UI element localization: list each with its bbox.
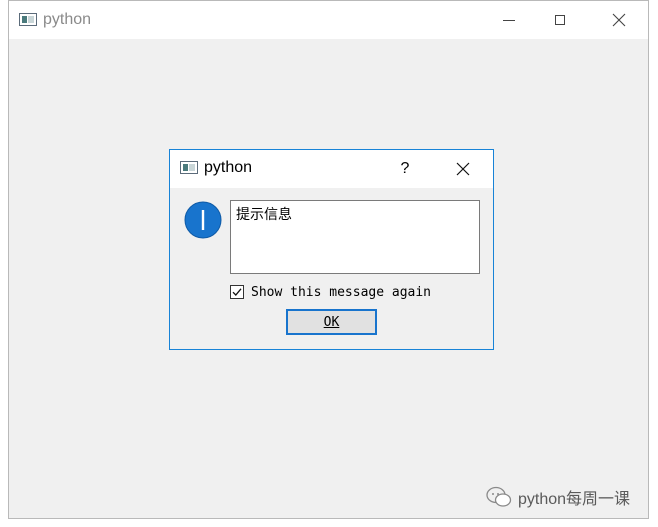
main-title-bar[interactable]: python — [9, 1, 648, 39]
watermark-text: python每周一课 — [518, 491, 631, 508]
minimize-icon — [503, 19, 515, 21]
close-icon — [612, 13, 626, 27]
minimize-button[interactable] — [486, 1, 532, 39]
main-close-button[interactable] — [596, 1, 642, 39]
help-label: ? — [400, 160, 410, 177]
checkmark-icon — [232, 288, 242, 296]
show-again-label: Show this message again — [251, 284, 432, 300]
dialog-title-bar[interactable]: python ? — [170, 150, 493, 188]
python-app-icon — [180, 161, 198, 174]
dialog-close-button[interactable] — [445, 150, 481, 188]
watermark: python每周一课 — [486, 486, 630, 508]
help-button[interactable]: ? — [390, 150, 420, 188]
dialog-title: python — [204, 159, 253, 176]
information-icon — [184, 201, 222, 239]
main-window-title: python — [43, 11, 92, 28]
show-again-checkbox-row[interactable]: Show this message again — [230, 283, 431, 301]
show-again-checkbox[interactable] — [230, 285, 244, 299]
wechat-icon — [486, 486, 512, 507]
message-dialog: python ? 提示信息 Show this message again OK — [169, 149, 494, 350]
close-icon — [456, 162, 470, 176]
ok-button[interactable]: OK — [286, 309, 377, 335]
ok-button-label: OK — [323, 314, 340, 330]
maximize-icon — [555, 15, 565, 25]
message-text-area[interactable]: 提示信息 — [230, 200, 480, 274]
python-app-icon — [19, 13, 37, 26]
maximize-button[interactable] — [537, 1, 583, 39]
